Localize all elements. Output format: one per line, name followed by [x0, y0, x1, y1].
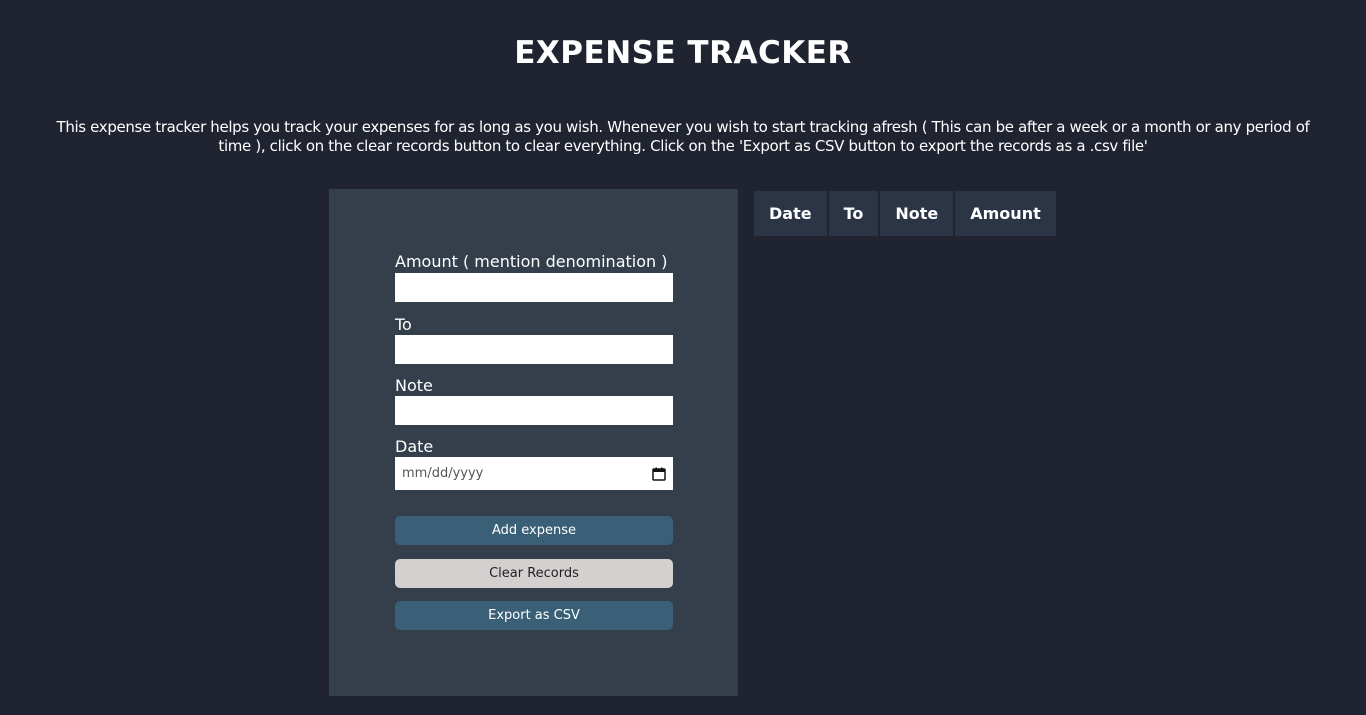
expense-form-panel: Amount ( mention denomination ) To Note …: [329, 189, 738, 696]
note-label: Note: [395, 376, 433, 395]
column-header-date: Date: [754, 191, 827, 236]
page-description: This expense tracker helps you track you…: [56, 118, 1310, 155]
column-header-to: To: [828, 191, 879, 236]
note-input[interactable]: [395, 396, 673, 425]
table-header-row: Date To Note Amount: [754, 191, 1056, 236]
date-label: Date: [395, 437, 434, 456]
page-title: EXPENSE TRACKER: [514, 35, 852, 71]
add-expense-button[interactable]: Add expense: [395, 516, 673, 545]
to-label: To: [395, 315, 412, 334]
date-placeholder: mm/dd/yyyy: [402, 466, 484, 481]
column-header-amount: Amount: [955, 191, 1056, 236]
column-header-note: Note: [880, 191, 954, 236]
calendar-icon[interactable]: [652, 467, 666, 481]
amount-input[interactable]: [395, 273, 673, 302]
amount-label: Amount ( mention denomination ): [395, 252, 668, 271]
to-input[interactable]: [395, 335, 673, 364]
clear-records-button[interactable]: Clear Records: [395, 559, 673, 588]
page: EXPENSE TRACKER This expense tracker hel…: [0, 0, 1366, 715]
export-csv-button[interactable]: Export as CSV: [395, 601, 673, 630]
expense-records-table: Date To Note Amount: [752, 189, 1058, 238]
date-input[interactable]: mm/dd/yyyy: [395, 457, 673, 490]
